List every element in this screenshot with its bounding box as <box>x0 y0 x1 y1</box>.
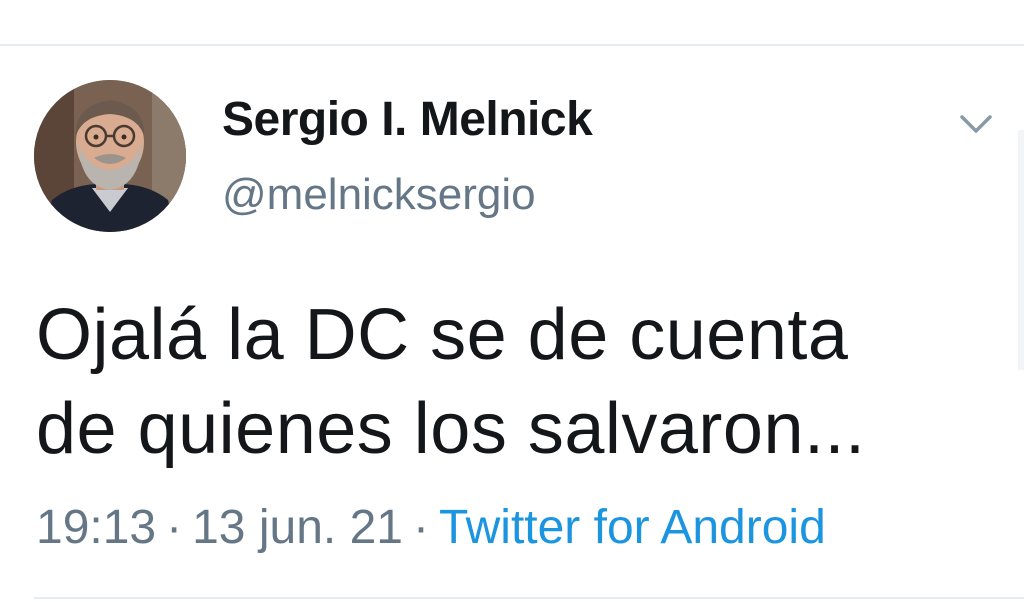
chevron-down-icon[interactable] <box>956 104 996 144</box>
tweet-text-line: Ojalá la DC se de cuenta <box>36 295 849 375</box>
tweet-source-link[interactable]: Twitter for Android <box>439 501 826 554</box>
tweet-meta: 19:13 · 13 jun. 21 · Twitter for Android <box>36 500 826 555</box>
author-handle[interactable]: @melnicksergio <box>222 170 536 220</box>
tweet-time[interactable]: 19:13 <box>36 501 156 554</box>
tweet-screen: Sergio I. Melnick @melnicksergio Ojalá l… <box>0 0 1024 602</box>
avatar[interactable] <box>34 80 186 232</box>
author-display-name[interactable]: Sergio I. Melnick <box>222 92 593 147</box>
bottom-divider <box>34 597 1024 599</box>
avatar-image <box>34 80 186 232</box>
tweet-date[interactable]: 13 jun. 21 <box>192 501 403 554</box>
separator: · <box>166 501 183 554</box>
tweet-text: Ojalá la DC se de cuenta de quienes los … <box>36 288 996 476</box>
top-divider <box>0 44 1024 46</box>
separator: · <box>412 501 429 554</box>
tweet-text-line: de quienes los salvaron... <box>36 389 866 469</box>
scroll-edge <box>1018 130 1024 370</box>
